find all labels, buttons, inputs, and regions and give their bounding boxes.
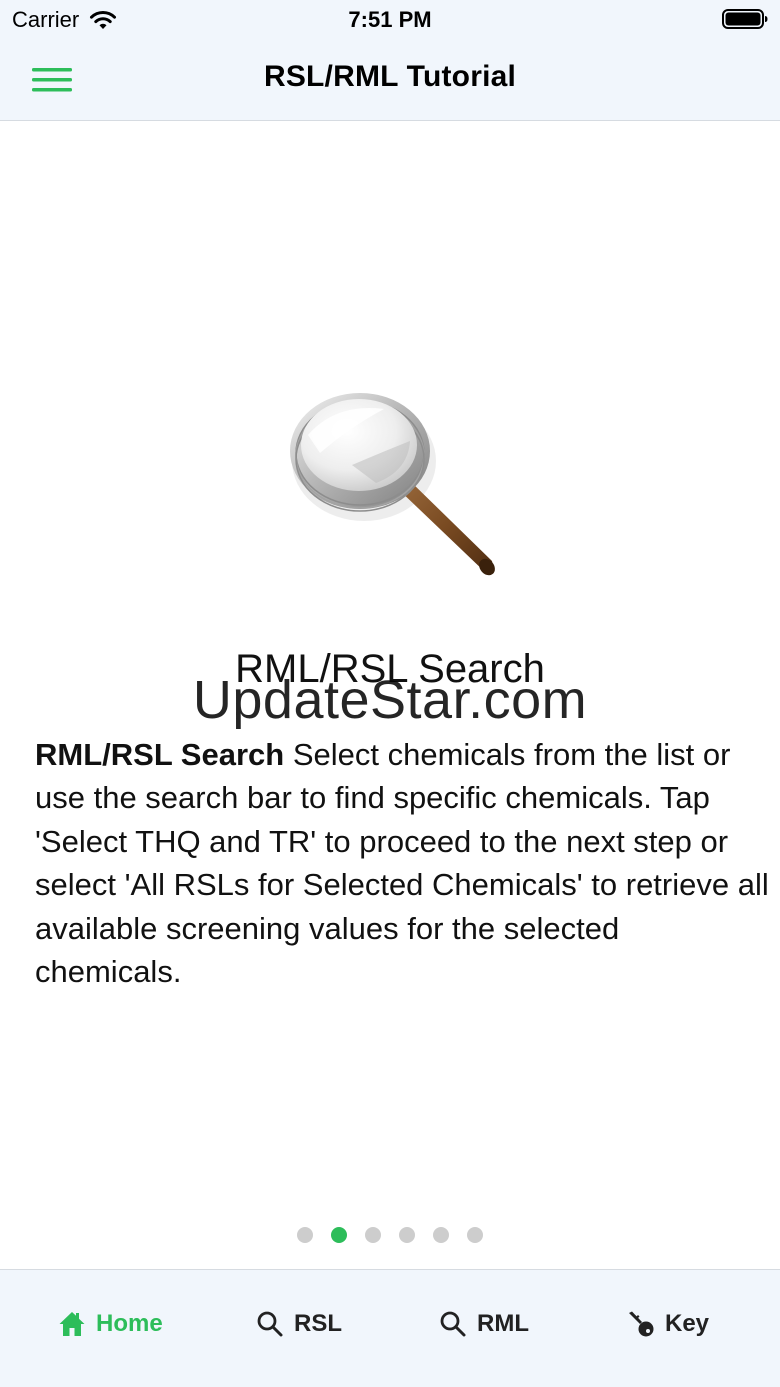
page-dot-4[interactable] [399, 1227, 415, 1243]
key-icon [629, 1311, 654, 1337]
page-title: RSL/RML Tutorial [263, 60, 517, 93]
page-dot-3[interactable] [365, 1227, 381, 1243]
status-time: 7:51 PM [348, 7, 432, 32]
magnifying-glass-icon [290, 393, 495, 576]
page-dot-2[interactable] [331, 1227, 347, 1243]
watermark-text: UpdateStar.com [192, 670, 588, 730]
status-bar: Carrier 7:51 PM [0, 0, 780, 40]
search-icon [440, 1311, 466, 1337]
tab-home-label: Home [96, 1310, 163, 1337]
battery-icon [722, 9, 768, 29]
page-indicator[interactable] [0, 1227, 780, 1243]
tutorial-slide[interactable]: RML/RSL Search UpdateStar.com RML/RSL Se… [0, 121, 780, 1269]
tab-rml[interactable]: RML [439, 1310, 529, 1338]
navigation-bar: RSL/RML Tutorial [0, 40, 780, 121]
page-dot-5[interactable] [433, 1227, 449, 1243]
page-dot-6[interactable] [467, 1227, 483, 1243]
tab-bar: Home RSL RML Key [0, 1269, 780, 1387]
tab-rsl-label: RSL [294, 1310, 342, 1337]
tab-key[interactable]: Key [627, 1310, 709, 1338]
home-icon [59, 1312, 85, 1336]
slide-description: RML/RSL Search Select chemicals from the… [35, 733, 770, 993]
tab-home[interactable]: Home [58, 1310, 163, 1338]
slide-description-heading: RML/RSL Search [35, 737, 285, 772]
search-icon [257, 1311, 283, 1337]
slide-description-text: Select chemicals from the list or use th… [35, 737, 769, 990]
tab-key-label: Key [665, 1310, 710, 1337]
tab-rml-label: RML [477, 1310, 529, 1337]
tab-rsl[interactable]: RSL [256, 1310, 342, 1338]
page-dot-1[interactable] [297, 1227, 313, 1243]
